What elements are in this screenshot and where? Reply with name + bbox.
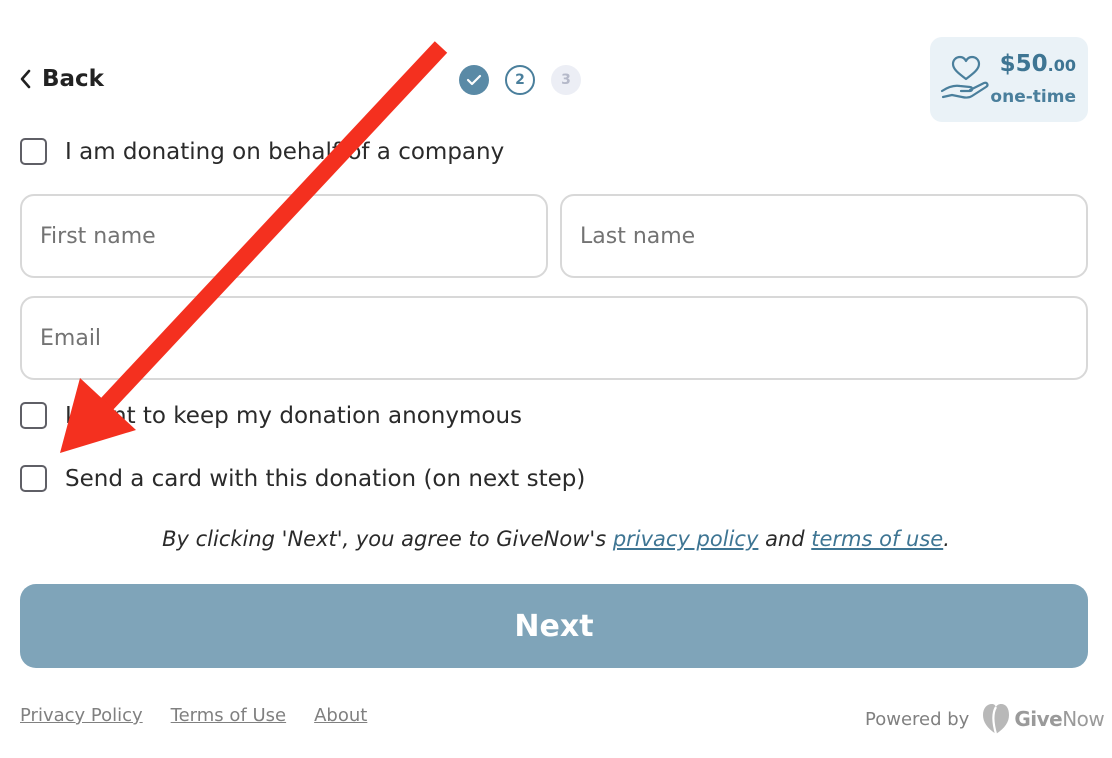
first-name-placeholder: First name	[40, 223, 156, 249]
brand-now: Now	[1062, 707, 1105, 731]
donation-amount: $50.00	[1000, 51, 1076, 77]
terms-agreement-text: By clicking 'Next', you agree to GiveNow…	[0, 527, 1112, 551]
amount-cents: .00	[1047, 56, 1076, 75]
company-checkbox-label: I am donating on behalf of a company	[65, 138, 505, 165]
company-donation-option[interactable]: I am donating on behalf of a company	[20, 138, 504, 165]
chevron-left-icon	[20, 69, 31, 89]
anonymous-donation-option[interactable]: I want to keep my donation anonymous	[20, 402, 522, 429]
footer-terms-of-use-link[interactable]: Terms of Use	[171, 705, 286, 726]
terms-of-use-link[interactable]: terms of use	[811, 527, 943, 551]
anonymous-checkbox-label: I want to keep my donation anonymous	[65, 402, 523, 429]
send-card-checkbox-label: Send a card with this donation (on next …	[65, 465, 586, 492]
agreement-prefix: By clicking 'Next', you agree to GiveNow…	[162, 527, 613, 551]
givenow-logo: GiveNow	[981, 702, 1105, 736]
powered-by-givenow[interactable]: Powered by GiveNow	[865, 702, 1105, 736]
first-name-field[interactable]: First name	[20, 194, 548, 278]
privacy-policy-link[interactable]: privacy policy	[613, 527, 759, 551]
donation-form-page: Back 2 3 $50.00 one-time I am donating o…	[0, 0, 1112, 758]
givenow-wordmark: GiveNow	[1014, 707, 1104, 731]
step-3-upcoming: 3	[551, 65, 581, 95]
donation-amount-summary[interactable]: $50.00 one-time	[930, 37, 1088, 122]
step-indicator: 2 3	[459, 65, 581, 95]
last-name-field[interactable]: Last name	[560, 194, 1088, 278]
footer-links: Privacy Policy Terms of Use About	[20, 705, 367, 726]
powered-by-label: Powered by	[865, 708, 970, 730]
givenow-logo-icon	[983, 704, 1010, 735]
back-label: Back	[42, 66, 104, 92]
email-field[interactable]: Email	[20, 296, 1088, 380]
anonymous-checkbox[interactable]	[20, 402, 47, 429]
footer-about-link[interactable]: About	[314, 705, 367, 726]
donation-frequency: one-time	[990, 87, 1076, 107]
step-1-complete	[459, 65, 489, 95]
send-card-checkbox[interactable]	[20, 465, 47, 492]
next-button[interactable]: Next	[20, 584, 1088, 668]
hand-heart-icon	[940, 55, 989, 99]
agreement-middle: and	[758, 527, 812, 551]
company-checkbox[interactable]	[20, 138, 47, 165]
email-placeholder: Email	[40, 325, 102, 351]
checkmark-icon	[466, 74, 482, 86]
back-button[interactable]: Back	[20, 60, 104, 98]
last-name-placeholder: Last name	[580, 223, 696, 249]
send-card-option[interactable]: Send a card with this donation (on next …	[20, 465, 585, 492]
agreement-suffix: .	[943, 527, 950, 551]
footer-privacy-policy-link[interactable]: Privacy Policy	[20, 705, 143, 726]
step-2-current: 2	[505, 65, 535, 95]
brand-give: Give	[1014, 707, 1063, 731]
amount-dollars: $50	[999, 51, 1048, 77]
